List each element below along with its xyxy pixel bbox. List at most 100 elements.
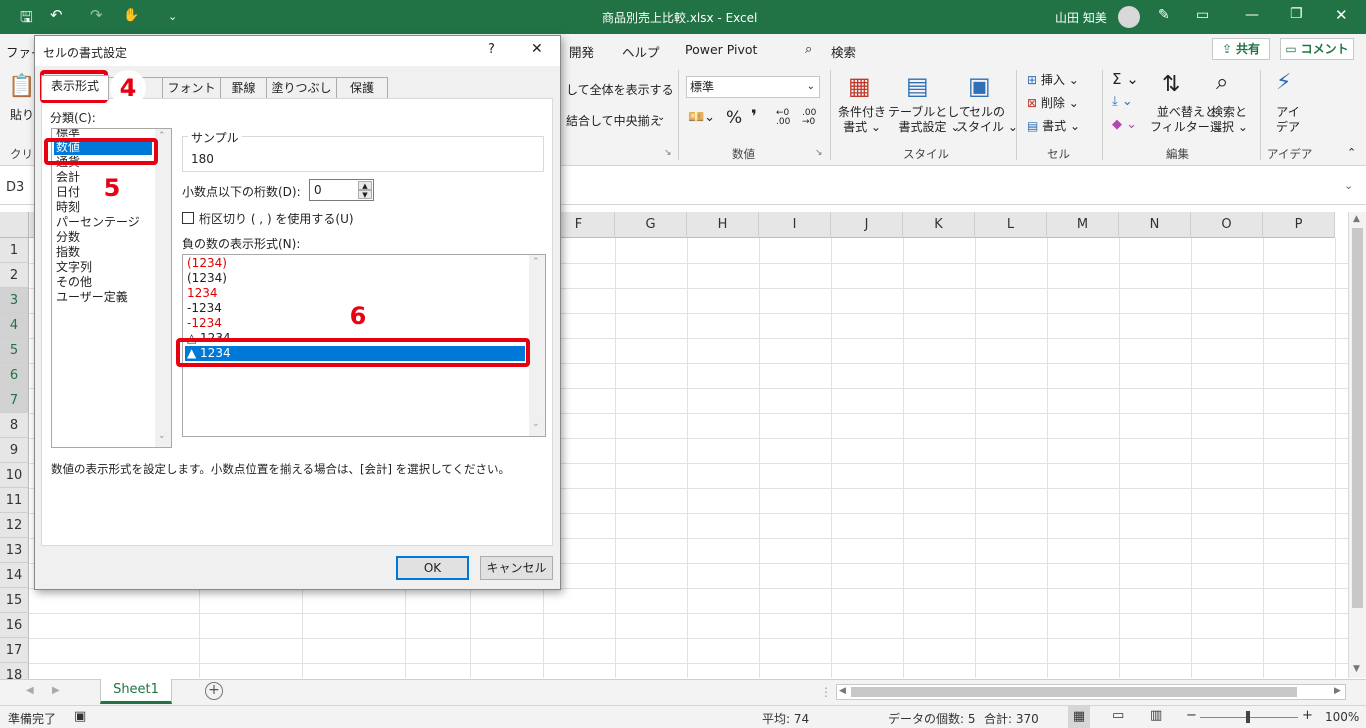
decrease-decimal-icon[interactable]: .00 →0 xyxy=(802,109,816,127)
scroll-up-icon[interactable]: ⌃ xyxy=(532,257,540,267)
row-header[interactable]: 11 xyxy=(0,488,29,513)
increase-decimal-icon[interactable]: ←0.00 xyxy=(776,109,790,127)
help-button[interactable]: ? xyxy=(488,42,495,57)
expand-formula-icon[interactable]: ⌄ xyxy=(1344,179,1353,192)
average-status[interactable]: 平均: 74 xyxy=(762,710,809,727)
zoom-level[interactable]: 100% xyxy=(1325,710,1359,724)
close-icon[interactable]: ✕ xyxy=(531,41,543,57)
category-item[interactable]: 文字列 xyxy=(56,260,92,275)
scroll-up-icon[interactable]: ▲ xyxy=(1353,214,1360,224)
row-header[interactable]: 12 xyxy=(0,513,29,538)
category-scrollbar[interactable]: ⌃ ⌄ xyxy=(155,129,171,447)
find-select-button[interactable]: 検索と 選択 ⌄ xyxy=(1210,105,1248,135)
scroll-down-icon[interactable]: ⌄ xyxy=(158,431,166,441)
zoom-out-icon[interactable]: − xyxy=(1186,708,1197,723)
spin-down-icon[interactable]: ▼ xyxy=(358,190,372,199)
tab-splitter-icon[interactable]: ⋮ xyxy=(820,685,832,699)
row-header[interactable]: 2 xyxy=(0,263,29,288)
ideas-button[interactable]: アイ デア xyxy=(1276,105,1300,135)
conditional-format-icon[interactable]: ▦ xyxy=(848,72,871,100)
column-header[interactable]: P xyxy=(1263,212,1335,238)
negative-scrollbar[interactable]: ⌃ ⌄ xyxy=(529,255,545,436)
chevron-down-icon[interactable]: ⌄ xyxy=(657,112,665,123)
scroll-down-icon[interactable]: ⌄ xyxy=(532,419,540,429)
tab-developer[interactable]: 開発 xyxy=(569,42,594,61)
negative-format-item[interactable]: -1234 xyxy=(187,301,222,316)
category-item[interactable]: 会計 xyxy=(56,170,80,185)
tab-fill[interactable]: 塗りつぶし xyxy=(266,77,337,99)
autosum-icon[interactable]: Σ ⌄ xyxy=(1112,70,1139,88)
tab-border[interactable]: 罫線 xyxy=(220,77,267,99)
category-item[interactable]: 分数 xyxy=(56,230,80,245)
row-header[interactable]: 4 xyxy=(0,313,29,338)
clear-icon[interactable]: ◆ ⌄ xyxy=(1112,117,1137,132)
spin-up-icon[interactable]: ▲ xyxy=(358,181,372,190)
find-select-icon[interactable]: ⌕ xyxy=(1216,70,1228,95)
count-status[interactable]: データの個数: 5 xyxy=(888,710,976,727)
add-sheet-icon[interactable]: + xyxy=(205,682,223,700)
avatar[interactable] xyxy=(1118,6,1140,28)
sort-filter-icon[interactable]: ⇅ xyxy=(1162,72,1180,97)
scrollbar-thumb[interactable] xyxy=(851,687,1297,697)
tab-search[interactable]: 検索 xyxy=(831,42,856,61)
category-item[interactable]: 指数 xyxy=(56,245,80,260)
column-header[interactable]: I xyxy=(759,212,831,238)
row-header[interactable]: 17 xyxy=(0,638,29,663)
column-header[interactable]: O xyxy=(1191,212,1263,238)
ribbon-display-icon[interactable]: ▭ xyxy=(1196,7,1209,23)
sum-status[interactable]: 合計: 370 xyxy=(984,710,1039,727)
paste-icon[interactable]: 📋 xyxy=(8,74,35,99)
minimize-icon[interactable]: — xyxy=(1245,7,1259,23)
column-header[interactable]: L xyxy=(975,212,1047,238)
column-header[interactable]: H xyxy=(687,212,759,238)
macro-record-icon[interactable]: ▣ xyxy=(74,709,86,724)
scroll-left-icon[interactable]: ◀ xyxy=(839,686,846,696)
cell-style-icon[interactable]: ▣ xyxy=(968,72,991,100)
page-break-icon[interactable]: ▥ xyxy=(1150,708,1162,723)
wrap-text-button[interactable]: して全体を表示する xyxy=(566,81,674,98)
ok-button[interactable]: OK xyxy=(396,556,469,580)
category-item[interactable]: パーセンテージ xyxy=(56,215,140,230)
dialog-launcher-icon[interactable]: ↘ xyxy=(815,148,823,158)
row-header[interactable]: 1 xyxy=(0,238,29,263)
category-item[interactable]: 時刻 xyxy=(56,200,80,215)
row-header[interactable]: 14 xyxy=(0,563,29,588)
scroll-down-icon[interactable]: ▼ xyxy=(1353,664,1360,674)
row-header[interactable]: 3 xyxy=(0,288,29,313)
category-item[interactable]: その他 xyxy=(56,275,92,290)
touch-mode-icon[interactable]: ✋ xyxy=(123,8,139,23)
scrollbar-thumb[interactable] xyxy=(1352,228,1363,608)
scroll-right-icon[interactable]: ▶ xyxy=(1334,686,1341,696)
negative-format-item[interactable]: -1234 xyxy=(187,316,222,331)
table-format-icon[interactable]: ▤ xyxy=(906,72,929,100)
zoom-slider-thumb[interactable] xyxy=(1246,711,1250,723)
tab-help[interactable]: ヘルプ xyxy=(622,42,660,61)
row-header[interactable]: 16 xyxy=(0,613,29,638)
undo-icon[interactable]: ↶ xyxy=(50,6,63,24)
decimal-places-stepper[interactable]: 0 ▲ ▼ xyxy=(309,179,374,201)
prev-sheet-icon[interactable]: ◀ xyxy=(26,685,34,696)
category-item[interactable]: 日付 xyxy=(56,185,80,200)
page-layout-icon[interactable]: ▭ xyxy=(1112,708,1124,723)
lightning-icon[interactable]: ⚡ xyxy=(1276,70,1291,95)
row-header[interactable]: 6 xyxy=(0,363,29,388)
scroll-up-icon[interactable]: ⌃ xyxy=(158,131,166,141)
row-header[interactable]: 9 xyxy=(0,438,29,463)
vertical-scrollbar[interactable]: ▲ ▼ xyxy=(1348,212,1366,678)
insert-button[interactable]: ⊞ 挿入 ⌄ xyxy=(1027,71,1079,88)
column-header[interactable]: M xyxy=(1047,212,1119,238)
column-header[interactable]: K xyxy=(903,212,975,238)
row-header[interactable]: 5 xyxy=(0,338,29,363)
dialog-launcher-icon[interactable]: ↘ xyxy=(664,148,672,158)
redo-icon[interactable]: ↷ xyxy=(90,6,103,24)
column-header[interactable]: N xyxy=(1119,212,1191,238)
delete-button[interactable]: ⊠ 削除 ⌄ xyxy=(1027,94,1079,111)
merge-center-button[interactable]: 結合して中央揃え xyxy=(566,112,662,129)
row-header[interactable]: 10 xyxy=(0,463,29,488)
collapse-ribbon-icon[interactable]: ⌃ xyxy=(1347,146,1356,159)
cell-styles-button[interactable]: セルの スタイル ⌄ xyxy=(956,105,1018,135)
row-header[interactable]: 15 xyxy=(0,588,29,613)
save-icon[interactable]: 🖫 xyxy=(20,7,33,32)
next-sheet-icon[interactable]: ▶ xyxy=(52,685,60,696)
cancel-button[interactable]: キャンセル xyxy=(480,556,553,580)
